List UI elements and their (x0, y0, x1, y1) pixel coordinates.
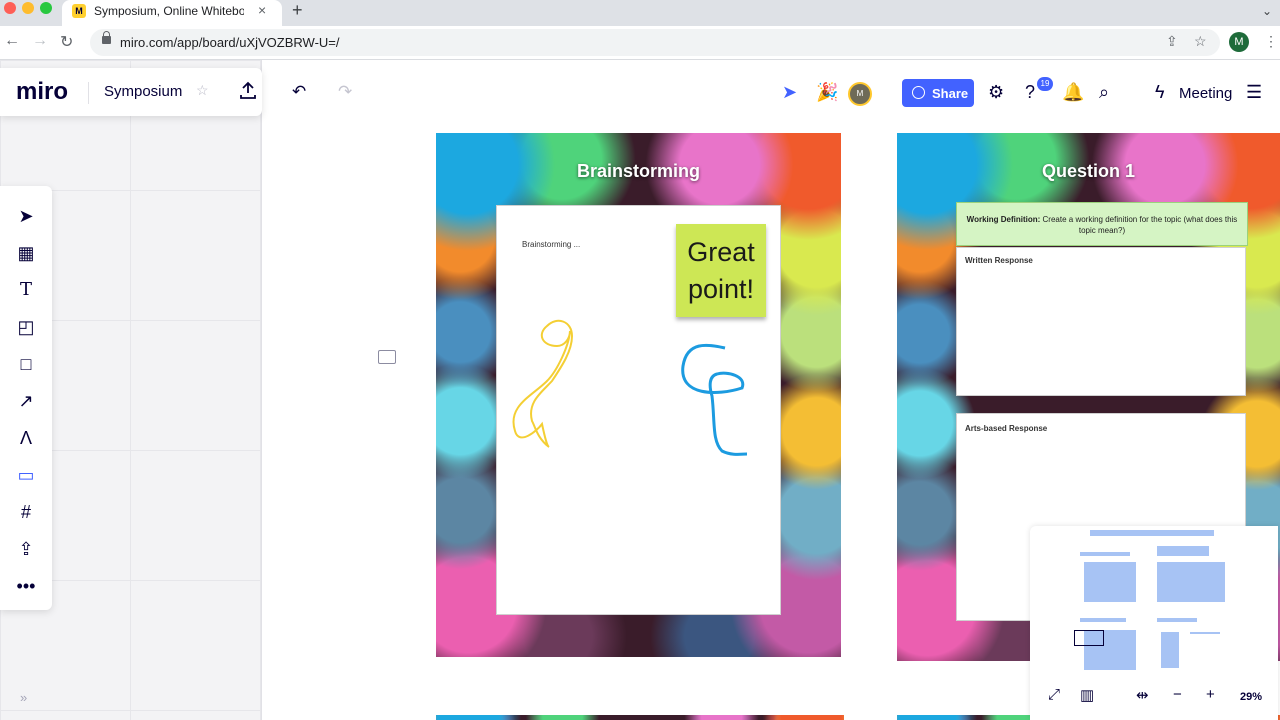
help-icon[interactable]: ? (1025, 82, 1035, 103)
maximize-window-button[interactable] (40, 2, 52, 14)
minimap-block (1084, 562, 1136, 602)
minimap-block (1157, 618, 1197, 622)
share-label: Share (932, 86, 969, 101)
globe-icon (912, 86, 925, 99)
text-tool-icon[interactable]: T (14, 278, 38, 302)
address-bar[interactable]: miro.com/app/board/uXjVOZBRW-U=/ ⇪ ☆ (90, 29, 1220, 56)
frame-title: Brainstorming (576, 161, 700, 181)
frame-tool-icon[interactable]: # (14, 500, 38, 524)
meeting-button[interactable]: Meeting (1179, 85, 1232, 102)
select-tool-icon[interactable]: ➤ (14, 204, 38, 228)
redo-button[interactable]: ↷ (338, 82, 352, 102)
minimap[interactable]: ⤢ ▥ ⇹ − + 29% (1030, 526, 1278, 720)
minimap-block (1080, 552, 1130, 556)
star-icon[interactable]: ☆ (196, 82, 209, 99)
undo-button[interactable]: ↶ (292, 82, 306, 102)
miro-favicon-icon: M (72, 4, 86, 18)
comment-tool-icon[interactable]: ▭ (14, 463, 38, 487)
fit-width-icon[interactable]: ⇹ (1136, 686, 1149, 704)
search-icon[interactable]: ⌕ (1099, 82, 1109, 103)
zoom-out-button[interactable]: − (1173, 686, 1182, 703)
pen-tool-icon[interactable]: Λ (14, 426, 38, 450)
upload-tool-icon[interactable]: ⇪ (14, 537, 38, 561)
share-button[interactable]: Share (902, 79, 974, 107)
browser-menu-icon[interactable]: ⋮ (1264, 33, 1278, 50)
working-definition-box[interactable]: Working Definition: Create a working def… (956, 202, 1248, 246)
sticky-note[interactable]: Great point! (676, 224, 766, 317)
miro-logo[interactable]: miro (16, 78, 68, 106)
sticky-line-1: Great (687, 237, 755, 267)
avatar[interactable]: M (848, 82, 872, 106)
divider (88, 82, 89, 104)
back-button[interactable]: ← (4, 32, 20, 50)
connector-tool-icon[interactable]: ↗ (14, 389, 38, 413)
close-tab-icon[interactable]: × (258, 2, 266, 18)
sticky-line-2: point! (687, 274, 755, 304)
working-definition-body: Create a working definition for the topi… (1042, 215, 1238, 235)
minimap-block (1157, 546, 1209, 556)
board-name[interactable]: Symposium (104, 83, 182, 100)
tab-search-chevron-icon[interactable]: ⌄ (1262, 4, 1272, 18)
bell-icon[interactable]: 🔔 (1062, 82, 1084, 103)
forward-button[interactable]: → (32, 32, 48, 50)
share-page-icon[interactable]: ⇪ (1166, 33, 1178, 50)
minimap-viewport[interactable] (1074, 630, 1104, 646)
arts-response-label: Arts-based Response (965, 424, 1048, 433)
frame-title: Question 1 (1041, 161, 1135, 181)
tab-title: Symposium, Online Whiteboard (94, 4, 244, 18)
minimap-block (1080, 618, 1126, 622)
url-text: miro.com/app/board/uXjVOZBRW-U=/ (120, 35, 340, 50)
sticky-note-text: Great point! (676, 234, 766, 308)
profile-avatar[interactable]: M (1229, 32, 1249, 52)
bookmark-star-icon[interactable]: ☆ (1194, 33, 1207, 50)
minimap-block (1157, 562, 1225, 602)
attention-management-icon[interactable]: ➤ (782, 82, 797, 103)
browser-tab-bar: M Symposium, Online Whiteboard × + ⌄ (0, 0, 1280, 26)
more-tools-icon[interactable]: ••• (14, 574, 38, 598)
new-tab-button[interactable]: + (292, 0, 303, 21)
export-icon[interactable] (238, 80, 258, 100)
minimap-block (1161, 632, 1179, 668)
minimap-block (1190, 632, 1220, 634)
board-header-panel: miro Symposium ☆ (0, 68, 262, 116)
minimize-window-button[interactable] (22, 2, 34, 14)
written-response-label: Written Response (965, 256, 1033, 265)
fit-to-screen-icon[interactable]: ⤢ (1048, 686, 1060, 703)
written-response-card[interactable]: Written Response (956, 247, 1246, 396)
working-definition-label: Working Definition: (966, 215, 1041, 224)
frame-lower-left[interactable] (436, 715, 844, 720)
reload-button[interactable]: ↻ (60, 32, 73, 52)
shape-tool-icon[interactable]: □ (14, 352, 38, 376)
sticky-note-tool-icon[interactable]: ◰ (14, 315, 38, 339)
minimap-block (1090, 530, 1214, 536)
lock-icon (102, 31, 111, 44)
working-definition-text: Working Definition: Create a working def… (963, 214, 1241, 236)
board-menu-icon[interactable]: ☰ (1246, 82, 1262, 103)
lightning-icon[interactable]: ϟ (1155, 82, 1165, 103)
minimap-toggle-icon[interactable]: ▥ (1080, 686, 1094, 704)
browser-toolbar: ← → ↻ miro.com/app/board/uXjVOZBRW-U=/ ⇪… (0, 26, 1280, 60)
zoom-in-button[interactable]: + (1206, 686, 1215, 703)
settings-sliders-icon[interactable]: ⚙ (988, 82, 1004, 103)
browser-tab[interactable]: M Symposium, Online Whiteboard × (62, 0, 282, 26)
expand-panel-icon[interactable]: » (20, 690, 27, 705)
comment-icon[interactable] (378, 350, 396, 364)
zoom-level[interactable]: 29% (1240, 691, 1262, 703)
board-canvas[interactable]: Brainstorming Brainstorming ... Great po… (0, 60, 1280, 720)
close-window-button[interactable] (4, 2, 16, 14)
templates-icon[interactable]: ▦ (14, 241, 38, 265)
reactions-icon[interactable]: 🎉 (816, 82, 838, 103)
tool-palette: ➤ ▦ T ◰ □ ↗ Λ ▭ # ⇪ ••• (0, 186, 52, 610)
notification-count-badge: 19 (1037, 77, 1053, 91)
